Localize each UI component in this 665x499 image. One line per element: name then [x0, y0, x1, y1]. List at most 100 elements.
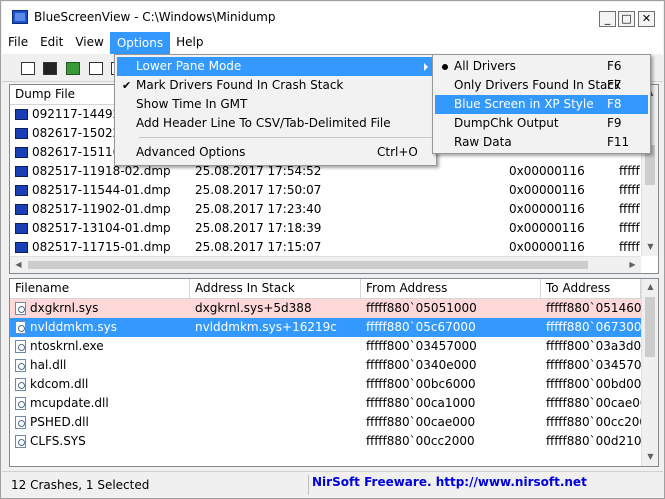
driver-row[interactable]: CLFS.SYS fffff880`00cc2000 fffff880`00d2… [10, 432, 641, 451]
scroll-right-icon[interactable]: ▶ [624, 257, 641, 274]
menu-item-show-time-gmt[interactable]: Show Time In GMT [117, 95, 434, 114]
from-address: fffff800`03457000 [366, 339, 477, 353]
menu-item-advanced-options[interactable]: Advanced Options Ctrl+O [117, 143, 434, 162]
dump-file-icon [15, 147, 28, 158]
status-separator [308, 475, 309, 495]
driver-file-name: mcupdate.dll [30, 396, 109, 410]
scroll-up-icon[interactable]: ▲ [642, 279, 659, 296]
dump-row[interactable]: 082517-11902-01.dmp 25.08.2017 17:23:40 … [10, 200, 641, 219]
scroll-down-icon[interactable]: ▼ [642, 449, 659, 466]
submenu-item-raw-data[interactable]: Raw Data F11 [435, 133, 648, 152]
address-in-stack [190, 356, 361, 375]
status-bar: 12 Crashes, 1 Selected NirSoft Freeware.… [2, 471, 663, 498]
dump-file-name: 082517-11544-01.dmp [32, 183, 171, 197]
parameter: fffff [619, 164, 640, 178]
driver-file-icon [15, 378, 26, 391]
scroll-thumb[interactable] [645, 297, 655, 357]
dump-file-icon [15, 166, 28, 177]
menu-options[interactable]: Options [109, 32, 171, 54]
menu-item-lower-pane-mode[interactable]: Lower Pane Mode [117, 57, 434, 76]
driver-row[interactable]: hal.dll fffff800`0340e000 fffff800`03457… [10, 356, 641, 375]
to-address: fffff880`00cae000 [546, 396, 641, 410]
check-icon: ✔ [122, 79, 132, 92]
driver-file-name: kdcom.dll [30, 377, 89, 391]
driver-file-name: dxgkrnl.sys [30, 301, 99, 315]
address-in-stack: dxgkrnl.sys+5d388 [195, 301, 312, 315]
bug-check-code: 0x00000116 [509, 221, 585, 235]
driver-row-selected[interactable]: nvlddmkm.sys nvlddmkm.sys+16219c fffff88… [10, 318, 641, 337]
title-bar[interactable]: BlueScreenView - C:\Windows\Minidump _ □… [2, 2, 663, 32]
address-in-stack: nvlddmkm.sys+16219c [195, 320, 337, 334]
menu-bar: File Edit View Options Help [2, 32, 663, 54]
address-in-stack [190, 394, 361, 413]
driver-file-icon [15, 321, 26, 334]
column-to-address[interactable]: To Address [541, 279, 641, 299]
bug-check-code: 0x00000116 [509, 240, 585, 254]
dump-file-icon [15, 185, 28, 196]
dump-file-icon [15, 109, 28, 120]
minimize-button[interactable]: _ [599, 11, 616, 27]
driver-file-icon [15, 435, 26, 448]
scroll-thumb[interactable] [28, 261, 588, 269]
to-address: fffff800`03457000 [546, 358, 641, 372]
driver-row[interactable]: PSHED.dll fffff880`00cae000 fffff880`00c… [10, 413, 641, 432]
menu-help[interactable]: Help [170, 32, 209, 54]
address-in-stack [190, 337, 361, 356]
dump-file-name: 082517-11715-01.dmp [32, 240, 171, 254]
menu-file[interactable]: File [2, 32, 34, 54]
options-menu: Lower Pane Mode ✔ Mark Drivers Found In … [114, 54, 437, 166]
refresh-icon[interactable] [64, 59, 82, 77]
driver-list-pane: Filename Address In Stack From Address T… [9, 278, 659, 467]
save-icon[interactable] [41, 59, 59, 77]
properties-icon[interactable] [19, 59, 37, 77]
submenu-item-blue-screen-xp[interactable]: Blue Screen in XP Style F8 [435, 95, 648, 114]
scroll-down-icon[interactable]: ▼ [642, 239, 659, 256]
to-address: fffff880`00d21000 [546, 434, 641, 448]
radio-bullet-icon [442, 64, 448, 70]
driver-list-header: Filename Address In Stack From Address T… [10, 279, 641, 299]
driver-file-icon [15, 397, 26, 410]
nirsoft-link[interactable]: NirSoft Freeware. http://www.nirsoft.net [312, 475, 587, 489]
dump-row[interactable]: 082517-11544-01.dmp 25.08.2017 17:50:07 … [10, 181, 641, 200]
crash-time: 25.08.2017 17:23:40 [195, 202, 322, 216]
upper-horizontal-scrollbar[interactable]: ◀ ▶ [10, 256, 641, 273]
scroll-left-icon[interactable]: ◀ [10, 257, 27, 274]
driver-file-name: CLFS.SYS [30, 434, 86, 448]
menu-view[interactable]: View [69, 32, 109, 54]
parameter: fffff [619, 202, 640, 216]
driver-row[interactable]: mcupdate.dll fffff880`00ca1000 fffff880`… [10, 394, 641, 413]
parameter: fffff [619, 183, 640, 197]
crash-time: 25.08.2017 17:15:07 [195, 240, 322, 254]
driver-row[interactable]: ntoskrnl.exe fffff800`03457000 fffff800`… [10, 337, 641, 356]
driver-file-name: hal.dll [30, 358, 67, 372]
dump-file-icon [15, 128, 28, 139]
driver-row[interactable]: dxgkrnl.sys dxgkrnl.sys+5d388 fffff880`0… [10, 299, 641, 318]
maximize-button[interactable]: □ [618, 11, 635, 27]
column-address-in-stack[interactable]: Address In Stack [190, 279, 361, 299]
submenu-item-only-drivers-in-stack[interactable]: Only Drivers Found In Stack F7 [435, 76, 648, 95]
crash-count-text: 12 Crashes, 1 Selected [11, 478, 150, 492]
lower-vertical-scrollbar[interactable]: ▲ ▼ [641, 279, 658, 466]
close-button[interactable]: ✕ [638, 11, 655, 27]
column-from-address[interactable]: From Address [361, 279, 541, 299]
address-in-stack [190, 413, 361, 432]
from-address: fffff880`00cae000 [366, 415, 476, 429]
crash-time: 25.08.2017 17:18:39 [195, 221, 322, 235]
submenu-item-dumpchk-output[interactable]: DumpChk Output F9 [435, 114, 648, 133]
dump-file-name: 082517-11918-02.dmp [32, 164, 171, 178]
dump-row[interactable]: 082517-11715-01.dmp 25.08.2017 17:15:07 … [10, 238, 641, 257]
driver-file-name: ntoskrnl.exe [30, 339, 104, 353]
menu-item-mark-drivers[interactable]: ✔ Mark Drivers Found In Crash Stack [117, 76, 434, 95]
driver-file-name: nvlddmkm.sys [30, 320, 118, 334]
column-filename[interactable]: Filename [10, 279, 190, 299]
bug-check-code: 0x00000116 [509, 183, 585, 197]
dump-row[interactable]: 082517-13104-01.dmp 25.08.2017 17:18:39 … [10, 219, 641, 238]
menu-item-add-header-line[interactable]: Add Header Line To CSV/Tab-Delimited Fil… [117, 114, 434, 133]
submenu-item-all-drivers[interactable]: All Drivers F6 [435, 57, 648, 76]
driver-row[interactable]: kdcom.dll fffff800`00bc6000 fffff800`00b… [10, 375, 641, 394]
copy-icon[interactable] [87, 59, 105, 77]
menu-separator [139, 137, 434, 138]
parameter: fffff [619, 221, 640, 235]
from-address: fffff880`00ca1000 [366, 396, 476, 410]
menu-edit[interactable]: Edit [34, 32, 69, 54]
